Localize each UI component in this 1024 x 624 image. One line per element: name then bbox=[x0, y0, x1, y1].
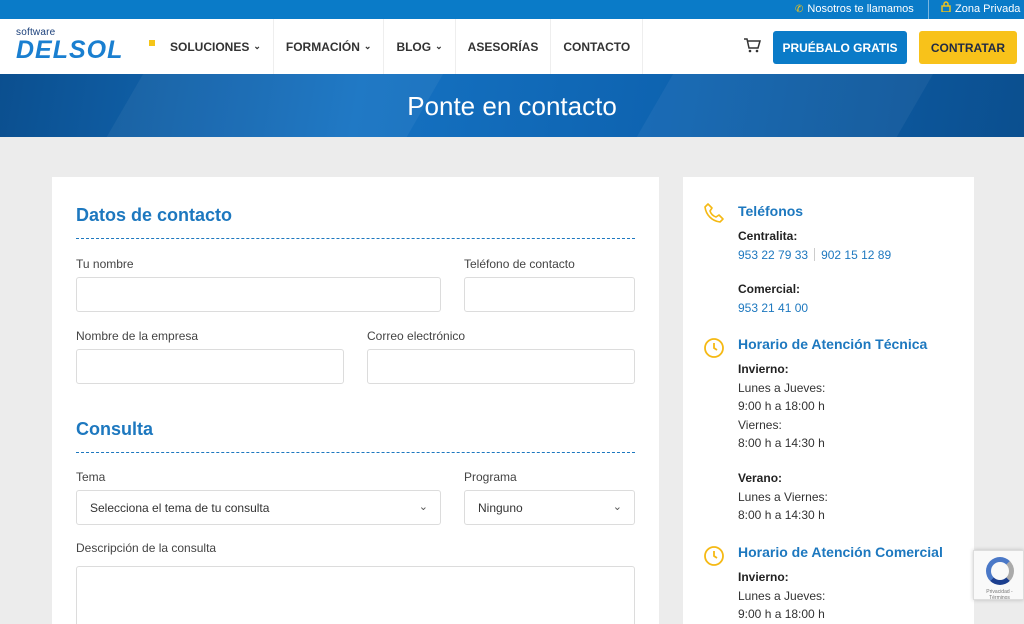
nav-item-blog[interactable]: BLOG ⌄ bbox=[384, 19, 456, 74]
recaptcha-icon bbox=[986, 557, 1014, 585]
program-label: Programa bbox=[464, 470, 517, 484]
sales-label: Comercial: bbox=[738, 280, 800, 299]
query-section-title: Consulta bbox=[76, 419, 154, 439]
phone-icon: ✆ bbox=[795, 4, 804, 15]
name-input[interactable] bbox=[76, 277, 441, 312]
email-label: Correo electrónico bbox=[367, 329, 466, 343]
phone-input[interactable] bbox=[464, 277, 635, 312]
program-select-value: Ninguno bbox=[478, 500, 523, 515]
callback-link[interactable]: ✆ Nosotros te llamamos bbox=[795, 0, 914, 19]
nav-item-formacion[interactable]: FORMACIÓN ⌄ bbox=[274, 19, 385, 74]
sales-winter-label: Invierno: bbox=[738, 570, 789, 584]
callback-label: Nosotros te llamamos bbox=[807, 3, 914, 15]
top-bar: ✆ Nosotros te llamamos Zona Privada bbox=[0, 0, 1024, 19]
contract-button[interactable]: CONTRATAR bbox=[919, 31, 1017, 64]
chevron-down-icon: ⌄ bbox=[418, 501, 428, 513]
sales-hours-title: Horario de Atención Comercial bbox=[738, 544, 943, 560]
phones-title: Teléfonos bbox=[738, 203, 804, 219]
main-header: software DELSOL SOLUCIONES ⌄ FORMACIÓN ⌄… bbox=[0, 19, 1024, 74]
tech-winter-hours-2: 8:00 h a 14:30 h bbox=[738, 436, 825, 450]
tech-summer-label: Verano: bbox=[738, 471, 783, 485]
nav-item-asesorias[interactable]: ASESORÍAS bbox=[456, 19, 552, 74]
phone-label: Teléfono de contacto bbox=[464, 257, 575, 271]
program-select[interactable]: Ninguno ⌄ bbox=[464, 490, 635, 525]
chevron-down-icon: ⌄ bbox=[253, 41, 261, 51]
lock-icon bbox=[941, 0, 951, 19]
nav-label: ASESORÍAS bbox=[467, 39, 539, 54]
sales-label-text: Comercial: bbox=[738, 282, 801, 296]
topic-label: Tema bbox=[76, 470, 106, 484]
page-banner: Ponte en contacto bbox=[0, 74, 1024, 137]
logo-dot bbox=[149, 40, 155, 46]
sales-phone: 953 21 41 00 bbox=[738, 301, 808, 315]
section-divider bbox=[76, 238, 635, 239]
phone-icon bbox=[703, 202, 725, 224]
section-divider bbox=[76, 452, 635, 453]
switchboard-phone-2[interactable]: 902 15 12 89 bbox=[821, 248, 891, 262]
main-nav: SOLUCIONES ⌄ FORMACIÓN ⌄ BLOG ⌄ ASESORÍA… bbox=[158, 19, 644, 74]
sales-winter-hours-1: 9:00 h a 18:00 h bbox=[738, 607, 825, 621]
email-input[interactable] bbox=[367, 349, 635, 384]
tech-winter-days-2: Viernes: bbox=[738, 417, 782, 432]
company-label: Nombre de la empresa bbox=[76, 329, 199, 343]
tech-winter-label: Invierno: bbox=[738, 362, 789, 376]
sales-phone-number[interactable]: 953 21 41 00 bbox=[738, 301, 808, 315]
logo[interactable]: software DELSOL bbox=[16, 27, 155, 67]
topic-select[interactable]: Selecciona el tema de tu consulta ⌄ bbox=[76, 490, 441, 525]
name-label: Tu nombre bbox=[76, 257, 134, 271]
description-textarea[interactable] bbox=[76, 566, 635, 624]
nav-label: BLOG bbox=[396, 39, 432, 54]
nav-label: SOLUCIONES bbox=[170, 39, 250, 54]
nav-item-contacto[interactable]: CONTACTO bbox=[551, 19, 644, 74]
cart-icon[interactable] bbox=[743, 37, 761, 58]
tech-winter-block: Invierno: Lunes a Jueves: 9:00 h a 18:00… bbox=[738, 360, 825, 453]
recaptcha-text: Privacidad - Términos bbox=[986, 589, 1013, 601]
chevron-down-icon: ⌄ bbox=[363, 41, 372, 51]
sales-winter-block: Invierno: Lunes a Jueves: 9:00 h a 18:00… bbox=[738, 568, 825, 624]
contact-info-card: Teléfonos Centralita: 953 22 79 33 902 1… bbox=[683, 177, 974, 624]
company-input[interactable] bbox=[76, 349, 344, 384]
chevron-down-icon: ⌄ bbox=[612, 501, 622, 513]
nav-label: CONTACTO bbox=[563, 39, 631, 54]
description-label: Descripción de la consulta bbox=[76, 541, 217, 555]
private-zone-link[interactable]: Zona Privada bbox=[928, 0, 1020, 19]
try-free-button[interactable]: PRUÉBALO GRATIS bbox=[773, 31, 907, 64]
switchboard-phone-1[interactable]: 953 22 79 33 bbox=[738, 248, 808, 262]
private-zone-label: Zona Privada bbox=[955, 3, 1021, 15]
clock-icon bbox=[703, 545, 725, 567]
clock-icon bbox=[703, 337, 725, 359]
switchboard-phones: 953 22 79 33 902 15 12 89 bbox=[738, 248, 891, 262]
contact-section-title: Datos de contacto bbox=[76, 205, 233, 225]
divider bbox=[814, 248, 816, 261]
tech-summer-days: Lunes a Viernes: bbox=[738, 489, 828, 504]
nav-label: FORMACIÓN bbox=[285, 39, 360, 54]
contact-form-card: Datos de contacto Tu nombre Teléfono de … bbox=[52, 177, 659, 624]
nav-item-soluciones[interactable]: SOLUCIONES ⌄ bbox=[158, 19, 274, 74]
tech-summer-block: Verano: Lunes a Viernes: 8:00 h a 14:30 … bbox=[738, 469, 828, 525]
tech-hours-title: Horario de Atención Técnica bbox=[738, 336, 928, 352]
chevron-down-icon: ⌄ bbox=[435, 41, 443, 51]
recaptcha-badge[interactable]: Privacidad - Términos bbox=[973, 550, 1024, 601]
switchboard-label: Centralita: bbox=[738, 227, 797, 246]
tech-winter-days-1: Lunes a Jueves: bbox=[738, 380, 826, 395]
logo-text: DELSOL bbox=[16, 36, 124, 64]
topic-select-value: Selecciona el tema de tu consulta bbox=[90, 500, 270, 515]
tech-winter-hours-1: 9:00 h a 18:00 h bbox=[738, 399, 825, 413]
sales-winter-days-1: Lunes a Jueves: bbox=[738, 588, 826, 603]
switchboard-label-text: Centralita: bbox=[738, 229, 798, 243]
page-title: Ponte en contacto bbox=[407, 91, 617, 121]
tech-summer-hours: 8:00 h a 14:30 h bbox=[738, 508, 825, 522]
